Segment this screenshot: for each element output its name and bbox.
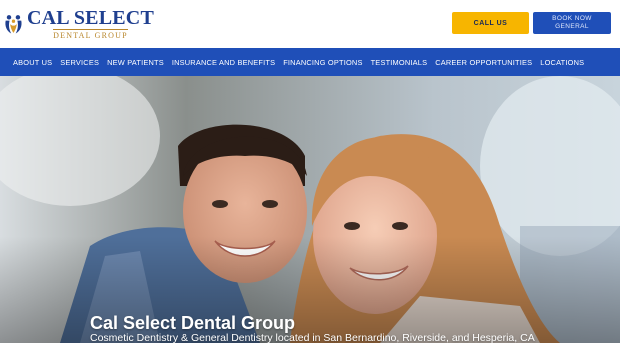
site-header: CAL SELECT DENTAL GROUP CALL US BOOK NOW…	[0, 0, 620, 48]
main-nav: ABOUT US SERVICES NEW PATIENTS INSURANCE…	[0, 48, 620, 76]
nav-item-testimonials[interactable]: TESTIMONIALS	[371, 58, 428, 67]
smiling-couple-photo	[0, 76, 620, 343]
nav-item-financing[interactable]: FINANCING OPTIONS	[283, 58, 362, 67]
logo-subtitle: DENTAL GROUP	[53, 29, 128, 40]
logo-text: CAL SELECT DENTAL GROUP	[27, 7, 154, 41]
hero-banner: Cal Select Dental Group Cosmetic Dentist…	[0, 76, 620, 343]
logo[interactable]: CAL SELECT DENTAL GROUP	[4, 4, 154, 44]
tooth-family-logo-icon	[5, 15, 22, 34]
nav-item-insurance[interactable]: INSURANCE AND BENEFITS	[172, 58, 275, 67]
nav-item-locations[interactable]: LOCATIONS	[540, 58, 584, 67]
call-us-button[interactable]: CALL US	[452, 12, 529, 34]
nav-item-careers[interactable]: CAREER OPPORTUNITIES	[435, 58, 532, 67]
nav-item-services[interactable]: SERVICES	[60, 58, 99, 67]
hero-title: Cal Select Dental Group	[90, 313, 296, 333]
book-now-label: BOOK NOW	[552, 15, 592, 22]
hero-subtitle: Cosmetic Dentistry & General Dentistry l…	[90, 332, 535, 343]
logo-title: CAL SELECT	[26, 7, 154, 29]
book-now-button[interactable]: BOOK NOW GENERAL	[533, 12, 611, 34]
book-now-sublabel: GENERAL	[555, 23, 589, 30]
nav-item-new-patients[interactable]: NEW PATIENTS	[107, 58, 164, 67]
nav-item-about-us[interactable]: ABOUT US	[13, 58, 52, 67]
